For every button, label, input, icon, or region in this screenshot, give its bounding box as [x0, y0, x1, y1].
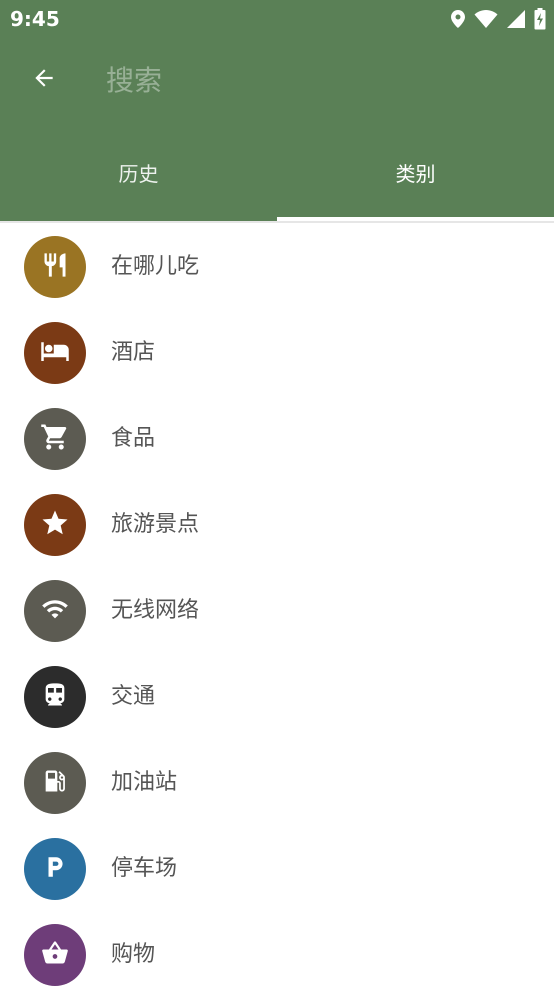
category-icon-badge — [24, 580, 86, 642]
category-icon-badge — [24, 666, 86, 728]
category-icon-badge — [24, 838, 86, 900]
category-label: 加油站 — [111, 770, 178, 795]
shopping-basket-icon — [41, 939, 69, 971]
status-time: 9:45 — [10, 7, 60, 31]
wifi-icon — [41, 595, 69, 627]
category-item-parking[interactable]: 停车场 — [0, 825, 554, 911]
star-icon — [40, 508, 70, 542]
category-item-food[interactable]: 食品 — [0, 395, 554, 481]
tab-history-label: 历史 — [118, 162, 159, 186]
location-icon — [450, 9, 466, 29]
category-icon-badge — [24, 322, 86, 384]
category-item-wifi[interactable]: 无线网络 — [0, 567, 554, 653]
fuel-pump-icon — [41, 767, 69, 799]
category-item-attractions[interactable]: 旅游景点 — [0, 481, 554, 567]
category-label: 无线网络 — [111, 598, 200, 623]
search-input[interactable] — [106, 58, 526, 102]
category-label: 旅游景点 — [111, 512, 200, 537]
arrow-back-icon — [31, 65, 57, 95]
bed-icon — [40, 336, 70, 370]
category-item-hotels[interactable]: 酒店 — [0, 309, 554, 395]
battery-charging-icon — [534, 8, 546, 30]
wifi-icon — [474, 9, 498, 29]
category-label: 交通 — [111, 684, 156, 709]
status-icons — [450, 8, 546, 30]
category-item-gas-station[interactable]: 加油站 — [0, 739, 554, 825]
status-bar: 9:45 — [0, 0, 554, 38]
tab-history[interactable]: 历史 — [0, 124, 277, 221]
tab-categories[interactable]: 类别 — [277, 124, 554, 221]
fork-knife-icon — [41, 251, 69, 283]
category-icon-badge — [24, 236, 86, 298]
category-icon-badge — [24, 924, 86, 986]
app-bar: 9:45 搜索 历史 类别 — [0, 0, 554, 221]
category-label: 食品 — [111, 426, 156, 451]
category-item-restaurants[interactable]: 在哪儿吃 — [0, 223, 554, 309]
back-button[interactable] — [24, 60, 64, 100]
parking-icon — [42, 853, 68, 885]
category-label: 购物 — [111, 942, 156, 967]
category-item-shopping[interactable]: 购物 — [0, 911, 554, 997]
cart-icon — [40, 422, 70, 456]
category-label: 酒店 — [111, 340, 156, 365]
category-item-transit[interactable]: 交通 — [0, 653, 554, 739]
tab-bar: 历史 类别 — [0, 124, 554, 221]
category-icon-badge — [24, 752, 86, 814]
category-label: 在哪儿吃 — [111, 254, 200, 279]
train-icon — [41, 681, 69, 713]
signal-icon — [506, 9, 526, 29]
tab-categories-label: 类别 — [395, 162, 436, 186]
category-label: 停车场 — [111, 856, 178, 881]
category-icon-badge — [24, 494, 86, 556]
category-icon-badge — [24, 408, 86, 470]
